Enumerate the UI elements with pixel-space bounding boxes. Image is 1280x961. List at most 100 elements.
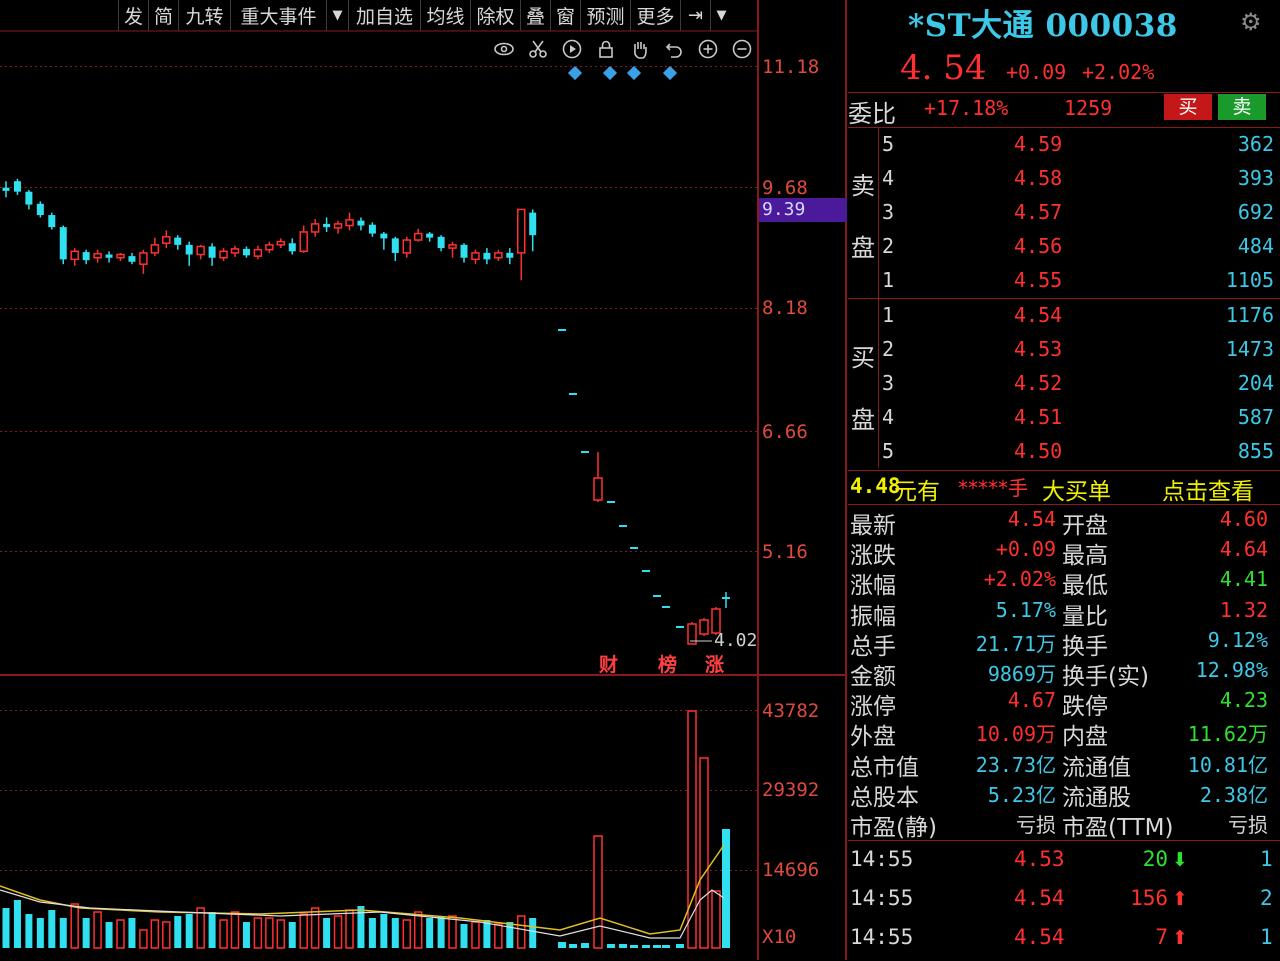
candle-body [253, 248, 263, 257]
candle-body [59, 227, 67, 260]
ask-volume: 362 [1237, 132, 1274, 156]
volume-bar [82, 918, 90, 948]
tick-count: 1 [1260, 925, 1273, 949]
stock-terminal: 发 简 九转 重大事件 ▼ 加自选 均线 除权 叠 窗 预测 更多 ⇥ ▼ 11… [0, 0, 1280, 960]
ask-row[interactable]: 4 4.58 393 [878, 162, 1278, 196]
candle-body [345, 219, 354, 227]
stat-label: 涨停 [850, 694, 896, 721]
volume-bar [162, 921, 171, 949]
arrow-down-icon: ⬇ [1172, 849, 1188, 871]
ask-row[interactable]: 2 4.56 484 [878, 230, 1278, 264]
candle-body [426, 233, 434, 238]
stat-row: 涨幅 +2.02% 最低 4.41 [848, 566, 1280, 599]
volume-axis-label: 29392 [762, 779, 820, 801]
bid-price: 4.54 [1014, 303, 1063, 327]
volume-bar [676, 944, 684, 948]
bid-volume: 204 [1237, 371, 1274, 395]
candle-body [494, 252, 503, 259]
candle-body [36, 203, 44, 216]
quote-panel: *ST大通 000038 ⚙ 4. 54 +0.09 +2.02% 委比 +17… [848, 0, 1280, 960]
stat-label: 跌停 [1062, 694, 1108, 721]
candle-body [471, 252, 480, 261]
stat-row: 振幅 5.17% 量比 1.32 [848, 597, 1280, 630]
bid-row[interactable]: 2 4.53 1473 [878, 333, 1278, 367]
bid-row[interactable]: 1 4.54 1176 [878, 299, 1278, 333]
volume-axis-unit: X10 [762, 926, 797, 948]
candle-body [483, 252, 491, 260]
volume-bar [619, 944, 627, 948]
bid-volume: 1176 [1225, 303, 1274, 327]
volume-bar [517, 915, 526, 949]
event-tag-ranking[interactable]: 榜 [658, 650, 677, 677]
volume-bar [93, 911, 102, 949]
volume-bar [426, 918, 434, 948]
stat-label: 总手 [850, 633, 896, 660]
volume-bar [630, 945, 638, 948]
stat-row: 市盈(静) 亏损 市盈(TTM) 亏损 [848, 808, 1280, 841]
stock-title[interactable]: *ST大通 000038 [908, 0, 1178, 45]
stat-value: 4.60 [1219, 507, 1268, 531]
tick-count: 2 [1260, 886, 1273, 910]
candle-body [116, 253, 125, 259]
arrow-up-icon: ⬆ [1172, 927, 1188, 949]
volume-bar [299, 913, 308, 949]
stat-row: 总股本 5.23亿 流通股 2.38亿 [848, 778, 1280, 811]
volume-bar [2, 908, 10, 948]
price-axis-label: 8.18 [762, 297, 808, 319]
volume-bar [380, 914, 388, 948]
bid-row[interactable]: 4 4.51 587 [878, 401, 1278, 435]
stat-row: 涨跌 +0.09 最高 4.64 [848, 536, 1280, 569]
buy-button[interactable]: 买 [1164, 94, 1212, 120]
volume-bar [437, 916, 445, 948]
candle-body [48, 215, 56, 228]
ask-level: 4 [882, 166, 895, 190]
candle-body [219, 250, 228, 259]
ask-row[interactable]: 3 4.57 692 [878, 196, 1278, 230]
kline-chart[interactable] [0, 0, 848, 960]
bid-row[interactable]: 5 4.50 855 [878, 435, 1278, 469]
stat-value: 5.17% [995, 597, 1056, 622]
divider [848, 840, 1280, 841]
divider [848, 504, 1280, 505]
stat-label: 外盘 [850, 724, 896, 751]
tick-count: 1 [1260, 847, 1273, 871]
candle-body [368, 224, 376, 234]
stat-value: 9869万 [987, 662, 1056, 686]
stat-row: 总市值 23.73亿 流通值 10.81亿 [848, 748, 1280, 781]
candle-body [230, 248, 240, 254]
stat-label: 最高 [1062, 543, 1108, 570]
volume-bar [128, 918, 136, 948]
ask-row[interactable]: 5 4.59 362 [878, 128, 1278, 162]
candle-body [174, 237, 182, 245]
stat-value: 11.62万 [1187, 722, 1268, 747]
volume-bar [25, 914, 33, 948]
stat-label: 量比 [1062, 603, 1108, 630]
volume-bar [105, 922, 113, 948]
gear-icon[interactable]: ⚙ [1240, 8, 1262, 36]
stat-value: 4.41 [1219, 567, 1268, 592]
stat-row: 金额 9869万 换手(实) 12.98% [848, 657, 1280, 690]
stat-value: 4.67 [1007, 688, 1056, 713]
bid-level: 2 [882, 337, 895, 361]
event-tag-limit-up[interactable]: 涨 [705, 650, 724, 677]
tick-volume: 7 [1155, 925, 1168, 949]
tick-volume: 156 [1130, 886, 1168, 910]
ask-row[interactable]: 1 4.55 1105 [878, 264, 1278, 298]
stat-value: 5.23亿 [987, 782, 1056, 807]
stat-value: +2.02% [983, 567, 1056, 592]
big-order-text: 元有 [894, 479, 940, 505]
sell-button[interactable]: 卖 [1218, 94, 1266, 120]
ask-price: 4.58 [1014, 166, 1063, 190]
bid-row[interactable]: 3 4.52 204 [878, 367, 1278, 401]
event-tag-financial[interactable]: 财 [599, 650, 618, 677]
bid-price: 4.52 [1014, 371, 1063, 395]
stat-label: 涨幅 [850, 573, 896, 600]
volume-axis-label: 14696 [762, 859, 820, 881]
volume-bar [711, 890, 721, 949]
candle-body [333, 223, 343, 229]
ask-volume: 1105 [1225, 268, 1274, 292]
last-price: 4. 54 [900, 48, 987, 88]
change-percent: +2.02% [1082, 60, 1155, 84]
big-order-view-link[interactable]: 点击查看 [1162, 472, 1254, 506]
stat-value: 2.38亿 [1199, 782, 1268, 807]
